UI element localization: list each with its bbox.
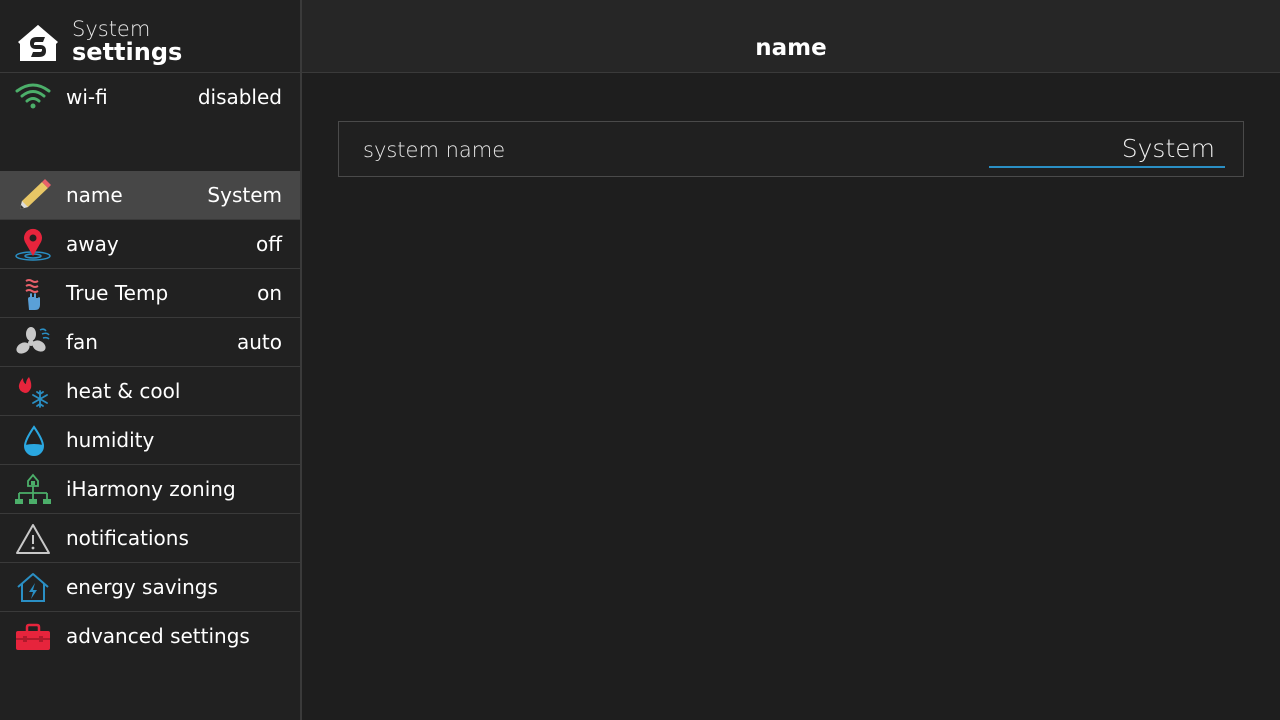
energy-home-icon [17,573,49,602]
sidebar-item-value: off [255,232,282,256]
sidebar-item-humidity[interactable]: humidity [0,416,300,465]
sidebar-item-label: humidity [66,428,155,452]
system-name-label: system name [363,138,506,162]
sidebar-item-label: energy savings [66,575,218,599]
sidebar-item-label: name [66,183,123,207]
page-title: name [755,35,827,61]
sidebar: System settings wi-fi disabled name Syst… [0,0,302,720]
sidebar-item-fan[interactable]: fan auto [0,318,300,367]
sidebar-item-away[interactable]: away off [0,220,300,269]
sidebar-item-notifications[interactable]: notifications [0,514,300,563]
sidebar-item-value: disabled [197,85,282,109]
pencil-icon [20,179,51,209]
water-drop-icon [23,425,45,456]
sidebar-item-value: on [257,281,282,305]
brand-title-line2: settings [72,38,183,66]
sidebar-item-name[interactable]: name System [0,171,300,220]
system-name-field: system name [338,121,1244,177]
app-root: System settings wi-fi disabled name Syst… [0,0,1280,720]
sidebar-item-label: away [66,232,119,256]
sidebar-item-label: notifications [66,526,189,550]
sidebar-item-wifi[interactable]: wi-fi disabled [0,73,300,121]
sidebar-item-value: auto [236,330,282,354]
sidebar-item-advanced-settings[interactable]: advanced settings [0,612,300,660]
sidebar-item-label: iHarmony zoning [66,477,236,501]
sidebar-item-true-temp[interactable]: True Temp on [0,269,300,318]
true-temp-icon [25,279,40,310]
sidebar-item-label: heat & cool [66,379,181,403]
sidebar-item-iharmony-zoning[interactable]: iHarmony zoning [0,465,300,514]
location-pin-icon [15,228,51,261]
page-header: name [302,0,1280,73]
fan-icon [16,327,50,354]
toolbox-icon [16,623,50,650]
sidebar-item-label: wi-fi [66,85,108,109]
zoning-tree-icon [15,473,51,504]
sidebar-item-label: advanced settings [66,624,250,648]
flame-snowflake-icon [18,377,48,408]
home-logo-icon [18,25,58,61]
sidebar-item-heat-cool[interactable]: heat & cool [0,367,300,416]
system-name-input[interactable] [989,130,1225,168]
sidebar-item-label: fan [66,330,98,354]
sidebar-item-label: True Temp [66,281,169,305]
warning-triangle-icon [16,524,50,554]
brand-header: System settings [0,0,300,73]
sidebar-item-value: System [207,183,282,207]
wifi-icon [15,83,51,109]
sidebar-item-energy-savings[interactable]: energy savings [0,563,300,612]
